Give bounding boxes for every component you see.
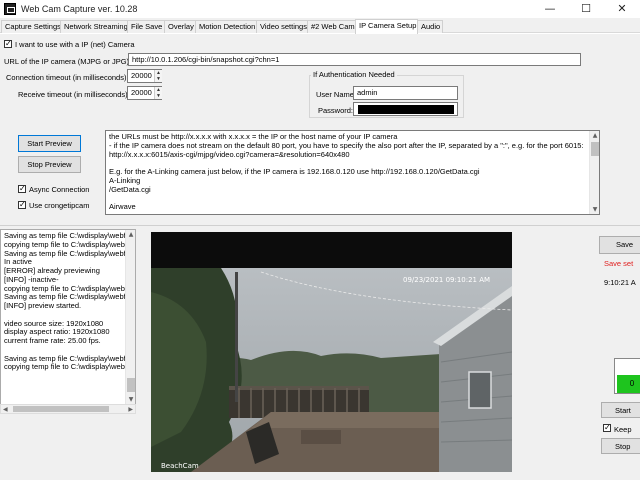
tab-video-settings[interactable]: Video settings bbox=[256, 20, 308, 33]
scroll-thumb[interactable] bbox=[591, 142, 599, 156]
use-ip-camera-checkbox[interactable]: ✓ bbox=[4, 40, 12, 48]
help-scrollbar[interactable]: ▲ ▼ bbox=[589, 131, 599, 214]
authentication-group-title: If Authentication Needed bbox=[311, 70, 397, 79]
username-input[interactable]: admin bbox=[353, 86, 458, 100]
start-preview-button[interactable]: Start Preview bbox=[18, 135, 81, 152]
connection-timeout-spinner[interactable]: ▲ ▼ bbox=[154, 70, 162, 82]
stop-preview-button[interactable]: Stop Preview bbox=[18, 156, 81, 173]
camera-frame-image bbox=[151, 232, 512, 472]
use-crongetipcam-checkbox[interactable]: ✓ bbox=[18, 201, 26, 209]
stop-button[interactable]: Stop bbox=[601, 438, 640, 454]
tab-file-save[interactable]: File Save bbox=[127, 20, 165, 33]
current-time-text: 9:10:21 A bbox=[604, 278, 636, 287]
connection-timeout-label: Connection timeout (in milliseconds): bbox=[6, 73, 129, 82]
level-indicator-fill: 0 bbox=[617, 375, 640, 393]
use-ip-camera-label: I want to use with a IP (net) Camera bbox=[15, 40, 135, 49]
log-horizontal-scrollbar[interactable]: ◀ ▶ bbox=[0, 404, 136, 414]
password-input[interactable] bbox=[353, 102, 458, 116]
log-textbox[interactable]: Saving as temp file C:\wdisplay\webf cop… bbox=[0, 229, 136, 405]
tab-audio[interactable]: Audio bbox=[417, 20, 443, 33]
log-scroll-down-icon[interactable]: ▼ bbox=[127, 396, 135, 403]
save-button[interactable]: Save bbox=[599, 236, 640, 254]
url-label: URL of the IP camera (MJPG or JPG): bbox=[4, 57, 132, 66]
window-title: Web Cam Capture ver. 10.28 bbox=[21, 4, 138, 14]
receive-timeout-label: Receive timeout (in milliseconds): bbox=[18, 90, 130, 99]
use-crongetipcam-label: Use crongetipcam bbox=[29, 201, 90, 210]
keep-label: Keep bbox=[614, 425, 632, 434]
log-scroll-up-icon[interactable]: ▲ bbox=[127, 231, 135, 238]
video-preview: 09/23/2021 09:10:21 AM BeachCam bbox=[151, 232, 512, 472]
url-help-textbox[interactable]: the URLs must be http://x.x.x.x with x.x… bbox=[105, 130, 600, 215]
tab-network-streaming[interactable]: Network Streaming bbox=[60, 20, 128, 33]
keep-checkbox[interactable]: ✓ bbox=[603, 424, 611, 432]
tab-2-web-cam[interactable]: #2 Web Cam bbox=[307, 20, 356, 33]
receive-timeout-spinner[interactable]: ▲ ▼ bbox=[154, 87, 162, 99]
level-indicator: 0 bbox=[614, 358, 640, 394]
close-button[interactable]: ✕ bbox=[604, 0, 640, 18]
url-help-text: the URLs must be http://x.x.x.x with x.x… bbox=[109, 132, 584, 212]
save-status-text: Save set bbox=[604, 259, 634, 268]
tab-overlay[interactable]: Overlay bbox=[164, 20, 196, 33]
async-connection-label: Async Connection bbox=[29, 185, 90, 194]
log-scrollbar[interactable]: ▲ ▼ bbox=[125, 230, 135, 404]
password-redaction bbox=[358, 105, 454, 114]
scroll-up-icon[interactable]: ▲ bbox=[591, 132, 599, 139]
url-input[interactable]: http://10.0.1.206/cgi-bin/snapshot.cgi?c… bbox=[128, 53, 581, 66]
maximize-button[interactable]: ☐ bbox=[568, 0, 604, 18]
password-label: Password: bbox=[318, 106, 354, 115]
tab-motion-detection[interactable]: Motion Detection bbox=[195, 20, 257, 33]
video-watermark: BeachCam bbox=[161, 462, 199, 470]
start-button[interactable]: Start bbox=[601, 402, 640, 418]
tab-ip-camera-setup[interactable]: IP Camera Setup bbox=[355, 19, 418, 34]
log-text: Saving as temp file C:\wdisplay\webf cop… bbox=[4, 231, 127, 372]
log-hscroll-thumb[interactable] bbox=[13, 406, 109, 412]
username-label: User Name: bbox=[316, 90, 357, 99]
scroll-right-icon[interactable]: ▶ bbox=[128, 406, 133, 413]
scroll-left-icon[interactable]: ◀ bbox=[3, 406, 8, 413]
webcam-app-icon bbox=[4, 3, 16, 15]
scroll-down-icon[interactable]: ▼ bbox=[591, 206, 599, 213]
tab-capture-settings[interactable]: Capture Settings bbox=[1, 20, 61, 33]
log-scroll-thumb[interactable] bbox=[127, 378, 135, 392]
minimize-button[interactable]: — bbox=[532, 0, 568, 18]
async-connection-checkbox[interactable]: ✓ bbox=[18, 185, 26, 193]
splitter[interactable] bbox=[0, 225, 640, 226]
video-timestamp: 09/23/2021 09:10:21 AM bbox=[403, 276, 491, 284]
